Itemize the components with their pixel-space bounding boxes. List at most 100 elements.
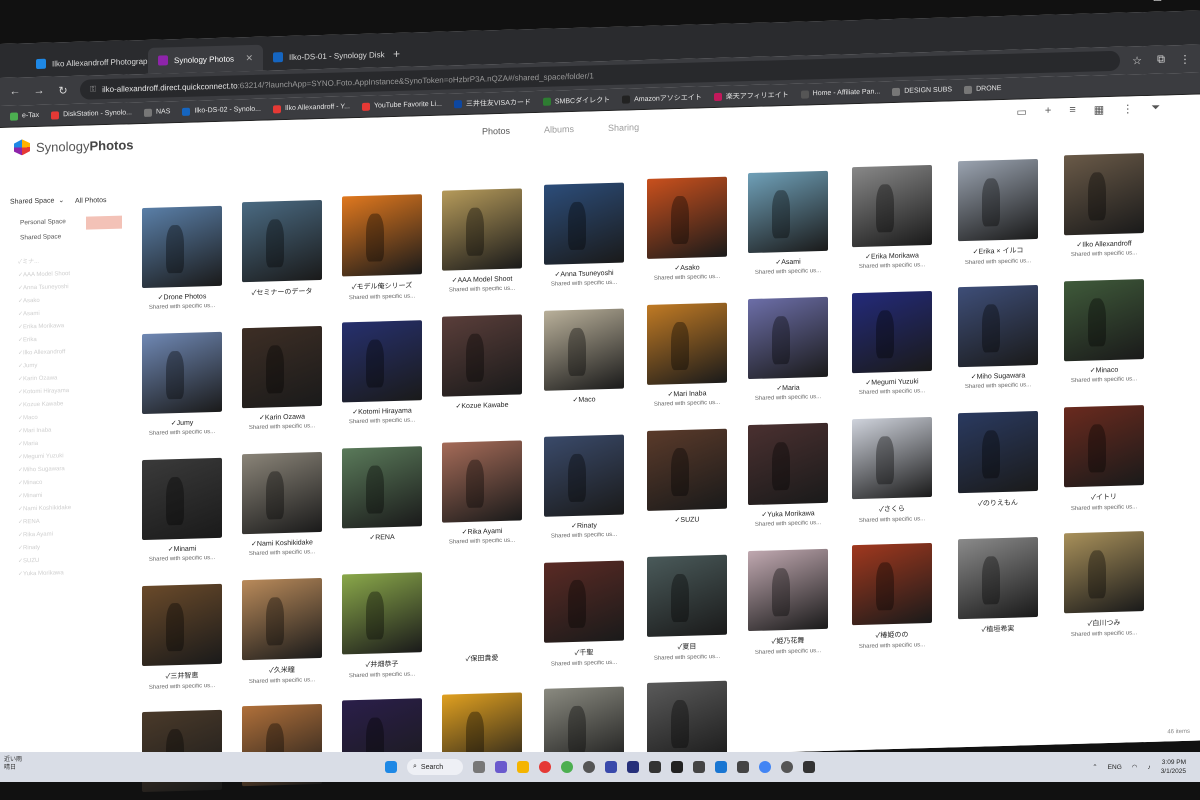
album-thumbnail[interactable]	[748, 422, 828, 506]
album-thumbnail[interactable]	[544, 308, 624, 391]
album-thumbnail[interactable]	[852, 416, 932, 500]
album-card[interactable]: ✓三井智恵 Shared with specific us...	[134, 583, 230, 692]
album-card[interactable]: ✓のりえもん	[950, 411, 1046, 510]
dropbox-icon[interactable]	[715, 761, 727, 773]
browser-tab[interactable]: Ilko Allexandroff Photography✕	[26, 48, 148, 77]
album-thumbnail[interactable]	[647, 680, 727, 763]
start-icon[interactable]	[385, 761, 397, 773]
album-card[interactable]: ✓井畑恭子 Shared with specific us...	[334, 572, 430, 680]
bookmark-item[interactable]: SMBCダイレクト	[542, 94, 610, 106]
album-thumbnail[interactable]	[242, 326, 322, 409]
file-explorer-icon[interactable]	[517, 761, 529, 773]
album-thumbnail[interactable]	[142, 205, 222, 289]
album-card[interactable]: ✓AAA Model Shoot Shared with specific us.…	[434, 188, 530, 294]
album-thumbnail[interactable]	[647, 554, 727, 637]
app-icon[interactable]	[803, 761, 815, 773]
album-card[interactable]: ✓Nami Koshikidake Shared with specific us…	[234, 452, 330, 558]
album-card[interactable]: ✓Erika × イルコ Shared with specific us...	[950, 159, 1046, 267]
album-thumbnail[interactable]	[142, 331, 222, 415]
album-card[interactable]: ✓Erika Morikawa Shared with specific us..…	[844, 164, 940, 271]
album-thumbnail[interactable]	[442, 440, 522, 523]
album-thumbnail[interactable]	[647, 428, 727, 511]
album-card[interactable]: ✓久米瞳 Shared with specific us...	[234, 578, 330, 686]
album-card[interactable]: ✓Asako Shared with specific us...	[639, 176, 735, 282]
album-thumbnail[interactable]	[1064, 405, 1144, 488]
task-view-icon[interactable]	[473, 761, 485, 773]
tab-albums[interactable]: Albums	[544, 124, 574, 135]
app-icon[interactable]	[583, 761, 595, 773]
teams-icon[interactable]	[495, 761, 507, 773]
album-card[interactable]: ✓Maco	[536, 308, 632, 405]
app-icon[interactable]	[649, 761, 661, 773]
album-card[interactable]: ✓Megumi Yuzuki Shared with specific us...	[844, 290, 940, 397]
menu-icon[interactable]: ⋮	[1178, 52, 1192, 65]
album-card[interactable]: ✓Rinaty Shared with specific us...	[536, 434, 632, 540]
browser-tab[interactable]: Synology Photos ✕	[148, 44, 263, 74]
album-card[interactable]: ✓姫乃花舞 Shared with specific us...	[740, 548, 836, 657]
album-card[interactable]: ✓夏目 Shared with specific us...	[639, 554, 735, 662]
lightroom-icon[interactable]	[627, 761, 639, 773]
minimize-icon[interactable]: —	[1127, 0, 1138, 4]
album-thumbnail[interactable]	[647, 302, 727, 385]
app-icon[interactable]	[759, 761, 771, 773]
album-thumbnail[interactable]	[748, 548, 828, 632]
album-thumbnail[interactable]	[748, 170, 828, 254]
album-card[interactable]: ✓Kozue Kawabe	[434, 314, 530, 411]
language-indicator[interactable]: ENG	[1108, 764, 1122, 771]
album-card[interactable]: ✓Ilko Allexandroff Shared with specific u…	[1056, 153, 1152, 259]
album-thumbnail[interactable]	[852, 542, 932, 626]
album-thumbnail[interactable]	[342, 194, 422, 277]
album-thumbnail[interactable]	[958, 159, 1038, 242]
album-card[interactable]: ✓Kotomi Hirayama Shared with specific us.…	[334, 320, 430, 426]
bookmark-item[interactable]: 三井住友VISAカード	[453, 97, 531, 109]
app-icon[interactable]	[561, 761, 573, 773]
tab-sharing[interactable]: Sharing	[608, 122, 639, 133]
album-card[interactable]: ✓モデル俺シリーズ Shared with specific us...	[334, 194, 430, 302]
album-thumbnail[interactable]	[142, 457, 222, 541]
album-thumbnail[interactable]	[852, 290, 932, 374]
album-thumbnail[interactable]	[242, 452, 322, 535]
weather-widget[interactable]: 近い雨 晴日	[4, 756, 22, 772]
album-card[interactable]: ✓Anna Tsuneyoshi Shared with specific us.…	[536, 182, 632, 288]
album-thumbnail[interactable]	[647, 176, 727, 259]
bookmark-item[interactable]: DESIGN SUBS	[892, 86, 952, 96]
album-thumbnail[interactable]	[544, 182, 624, 265]
album-card[interactable]	[639, 680, 735, 763]
album-thumbnail[interactable]	[242, 200, 322, 283]
tray-chevron-icon[interactable]: ⌃	[1092, 763, 1097, 771]
album-thumbnail[interactable]	[1064, 153, 1144, 236]
album-card[interactable]: ✓千聖 Shared with specific us...	[536, 560, 632, 668]
forward-icon[interactable]: →	[32, 85, 46, 97]
browser-tab[interactable]: Ilko-DS-01 - Synology DiskSta✕	[263, 41, 385, 70]
album-thumbnail[interactable]	[342, 320, 422, 403]
bookmark-item[interactable]: NAS	[144, 108, 170, 117]
reload-icon[interactable]: ↻	[56, 84, 70, 97]
album-thumbnail[interactable]	[852, 164, 932, 248]
more-icon[interactable]: ⋮	[1122, 102, 1133, 115]
back-icon[interactable]: ←	[8, 85, 22, 97]
app-icon[interactable]	[671, 761, 683, 773]
album-thumbnail[interactable]	[442, 188, 522, 271]
album-card[interactable]: ✓Jumy Shared with specific us...	[134, 331, 230, 438]
clock[interactable]: 3:09 PM 3/1/2025	[1161, 758, 1186, 776]
bookmark-item[interactable]: DiskStation - Synolo...	[51, 109, 132, 120]
album-thumbnail[interactable]	[442, 314, 522, 397]
extensions-icon[interactable]: ⧉	[1154, 53, 1168, 66]
album-card[interactable]: ✓Mari Inaba Shared with specific us...	[639, 302, 735, 408]
album-card[interactable]: ✓Maria Shared with specific us...	[740, 296, 836, 403]
album-card[interactable]: ✓イトリ Shared with specific us...	[1056, 405, 1152, 513]
new-tab-button[interactable]: +	[385, 41, 408, 68]
album-card[interactable]: ✓さくら Shared with specific us...	[844, 416, 940, 525]
bookmark-item[interactable]: Amazonアソシエイト	[622, 92, 702, 104]
app-icon[interactable]	[737, 761, 749, 773]
wifi-icon[interactable]: ◠	[1132, 763, 1138, 771]
album-card[interactable]: ✓Asami Shared with specific us...	[740, 170, 836, 277]
album-card[interactable]: ✓Drone Photos Shared with specific us...	[134, 205, 230, 312]
album-card[interactable]: ✓Karin Ozawa Shared with specific us...	[234, 326, 330, 432]
album-thumbnail[interactable]	[342, 572, 422, 655]
album-thumbnail[interactable]	[544, 560, 624, 643]
bookmark-item[interactable]: 楽天アフィリエイト	[713, 89, 789, 101]
app-icon[interactable]	[605, 761, 617, 773]
sidebar-folder-item[interactable]: ✓Yuka Morikawa	[10, 565, 120, 581]
close-icon[interactable]: ✕	[1177, 0, 1186, 2]
